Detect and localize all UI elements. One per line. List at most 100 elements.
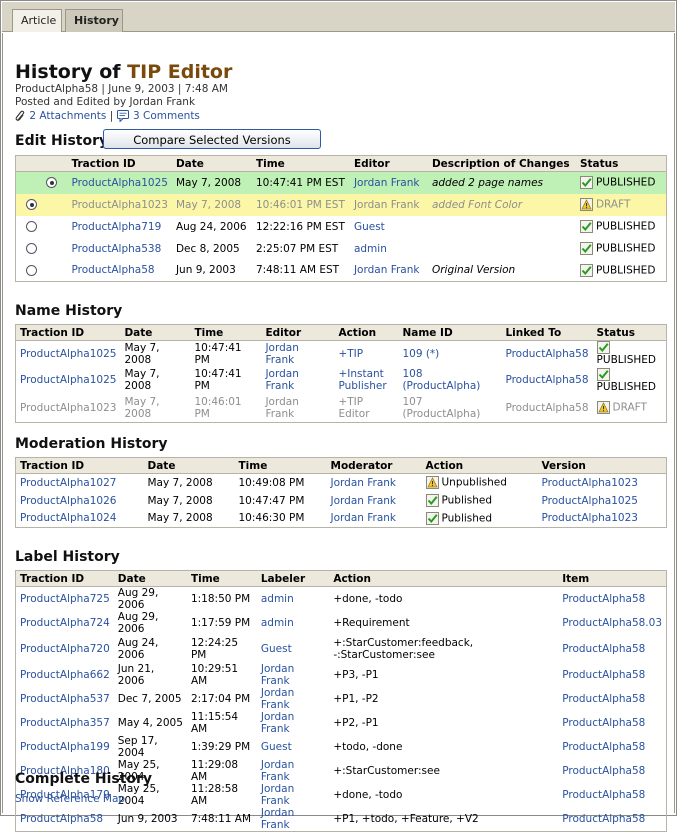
item-link[interactable]: ProductAlpha58 bbox=[562, 669, 645, 681]
item-link[interactable]: ProductAlpha58 bbox=[562, 765, 645, 777]
editor-link[interactable]: Jordan Frank bbox=[354, 177, 420, 189]
labeler-link[interactable]: Jordan Frank bbox=[261, 759, 294, 783]
date-cell: Dec 7, 2005 bbox=[117, 693, 182, 705]
labeler-link[interactable]: Jordan Frank bbox=[261, 783, 294, 807]
labeler-link[interactable]: admin bbox=[261, 593, 294, 605]
linked-to-link[interactable]: ProductAlpha58 bbox=[505, 402, 588, 414]
moderator: Jordan Frank bbox=[327, 510, 422, 528]
date-cell: May 7, 2008 bbox=[124, 368, 160, 392]
traction-id-link[interactable]: ProductAlpha720 bbox=[20, 643, 110, 655]
item-link[interactable]: ProductAlpha58 bbox=[562, 789, 645, 801]
column-header: Date bbox=[113, 570, 187, 587]
item-link[interactable]: ProductAlpha58 bbox=[562, 693, 645, 705]
labeler: Jordan Frank bbox=[257, 759, 329, 783]
name-action-link[interactable]: +Instant Publisher bbox=[338, 368, 386, 392]
item-link[interactable]: ProductAlpha58.03 bbox=[562, 617, 662, 629]
traction-id-link[interactable]: ProductAlpha538 bbox=[72, 243, 162, 255]
traction-id-link[interactable]: ProductAlpha724 bbox=[20, 617, 110, 629]
labeler-link[interactable]: Guest bbox=[261, 643, 292, 655]
table-row: ProductAlpha662 Jun 21, 2006 10:29:51 AM Jo… bbox=[16, 663, 667, 687]
editor-link[interactable]: Jordan Frank bbox=[265, 368, 298, 392]
time-cell: 10:47:47 PM bbox=[238, 494, 305, 507]
labeler-link[interactable]: Guest bbox=[261, 741, 292, 753]
traction-id-link[interactable]: ProductAlpha1024 bbox=[20, 512, 116, 524]
tab-history[interactable]: History bbox=[65, 9, 123, 32]
moderator-link[interactable]: Jordan Frank bbox=[331, 495, 397, 507]
moderation-history-heading: Moderation History bbox=[15, 436, 168, 452]
traction-id-link[interactable]: ProductAlpha357 bbox=[20, 717, 110, 729]
labeler-link[interactable]: Jordan Frank bbox=[261, 687, 294, 711]
moderation-history-header-row: Traction ID Date Time Moderator Action V… bbox=[15, 457, 667, 474]
version-radio[interactable] bbox=[26, 221, 37, 232]
version-radio[interactable] bbox=[26, 243, 37, 254]
labeler: Jordan Frank bbox=[257, 711, 329, 735]
date-cell: Aug 24, 2006 bbox=[117, 637, 159, 661]
version-radio[interactable] bbox=[46, 177, 57, 189]
traction-id-link[interactable]: ProductAlpha1023 bbox=[20, 402, 116, 414]
moderator-link[interactable]: Jordan Frank bbox=[331, 477, 397, 489]
name-action-link[interactable]: +TIP Editor bbox=[338, 396, 369, 420]
attachments-link[interactable]: 2 Attachments bbox=[29, 110, 106, 122]
name-action-link[interactable]: +TIP bbox=[338, 348, 363, 360]
comments-link[interactable]: 3 Comments bbox=[133, 110, 200, 122]
item-link[interactable]: ProductAlpha58 bbox=[562, 593, 645, 605]
editor-link[interactable]: Jordan Frank bbox=[265, 396, 298, 420]
traction-id-link[interactable]: ProductAlpha1027 bbox=[20, 477, 116, 489]
version-link[interactable]: ProductAlpha1023 bbox=[542, 512, 638, 524]
item-link[interactable]: ProductAlpha58 bbox=[562, 643, 645, 655]
traction-id-link[interactable]: ProductAlpha1023 bbox=[72, 199, 168, 211]
published-check-icon bbox=[579, 263, 593, 277]
traction-id: ProductAlpha1027 bbox=[16, 474, 144, 492]
item: ProductAlpha58 bbox=[558, 711, 666, 735]
tab-article[interactable]: Article bbox=[12, 9, 62, 32]
item-link[interactable]: ProductAlpha58 bbox=[562, 717, 645, 729]
name-id-link[interactable]: 108 (ProductAlpha) bbox=[402, 368, 480, 392]
column-header: Action bbox=[421, 457, 538, 474]
compare-versions-button[interactable]: Compare Selected Versions bbox=[103, 129, 321, 149]
item-link[interactable]: ProductAlpha58 bbox=[562, 813, 645, 825]
editor-link[interactable]: Jordan Frank bbox=[354, 264, 420, 276]
editor-link[interactable]: Jordan Frank bbox=[265, 342, 298, 366]
labeler-link[interactable]: admin bbox=[261, 617, 294, 629]
table-row: ProductAlpha1025 May 7, 2008 10:47:41 PM Jo… bbox=[16, 341, 667, 366]
labeler: admin bbox=[257, 611, 329, 635]
editor-link[interactable]: Guest bbox=[354, 221, 385, 233]
linked-to-link[interactable]: ProductAlpha58 bbox=[505, 374, 588, 386]
traction-id-link[interactable]: ProductAlpha537 bbox=[20, 693, 110, 705]
version-link[interactable]: ProductAlpha1025 bbox=[542, 495, 638, 507]
editor-link[interactable]: Jordan Frank bbox=[354, 199, 420, 211]
linked-to-link[interactable]: ProductAlpha58 bbox=[505, 348, 588, 360]
version-radio[interactable] bbox=[26, 199, 37, 210]
traction-id-link[interactable]: ProductAlpha725 bbox=[20, 593, 110, 605]
version-radio[interactable] bbox=[26, 264, 37, 276]
status-cell: PUBLISHED bbox=[576, 216, 667, 238]
labeler-link[interactable]: Jordan Frank bbox=[261, 807, 294, 831]
labeler-link[interactable]: Jordan Frank bbox=[261, 663, 294, 687]
page-title-prefix: History of bbox=[15, 61, 128, 83]
traction-id-link[interactable]: ProductAlpha662 bbox=[20, 669, 110, 681]
time-cell: 10:47:41 PM EST bbox=[251, 171, 350, 194]
traction-id-link[interactable]: ProductAlpha719 bbox=[72, 221, 162, 233]
reference-map-link[interactable]: Show Reference Map bbox=[15, 793, 125, 805]
name-id-link[interactable]: 107 (ProductAlpha) bbox=[402, 396, 480, 420]
item: ProductAlpha58.03 bbox=[558, 611, 666, 635]
published-check-icon bbox=[596, 367, 610, 381]
traction-id-link[interactable]: ProductAlpha1025 bbox=[20, 374, 116, 386]
traction-id-link[interactable]: ProductAlpha1025 bbox=[72, 177, 168, 189]
editor: Jordan Frank bbox=[261, 394, 334, 422]
traction-id-link[interactable]: ProductAlpha58 bbox=[20, 813, 103, 825]
meta-links: 2 Attachments | 3 Comments bbox=[15, 110, 200, 123]
traction-id: ProductAlpha1024 bbox=[16, 510, 144, 528]
name-id-link[interactable]: 109 (*) bbox=[402, 348, 439, 360]
meta-line-1: ProductAlpha58 | June 9, 2003 | 7:48 AM bbox=[15, 83, 228, 95]
labeler-link[interactable]: Jordan Frank bbox=[261, 711, 294, 735]
traction-id-link[interactable]: ProductAlpha1025 bbox=[20, 348, 116, 360]
moderator-link[interactable]: Jordan Frank bbox=[331, 512, 397, 524]
editor-link[interactable]: admin bbox=[354, 243, 387, 255]
version-link[interactable]: ProductAlpha1023 bbox=[542, 477, 638, 489]
moderation-history-table: Traction ID Date Time Moderator Action V… bbox=[15, 457, 667, 528]
traction-id-link[interactable]: ProductAlpha58 bbox=[72, 264, 155, 276]
traction-id-link[interactable]: ProductAlpha1026 bbox=[20, 495, 116, 507]
item-link[interactable]: ProductAlpha58 bbox=[562, 741, 645, 753]
traction-id-link[interactable]: ProductAlpha199 bbox=[20, 741, 110, 753]
